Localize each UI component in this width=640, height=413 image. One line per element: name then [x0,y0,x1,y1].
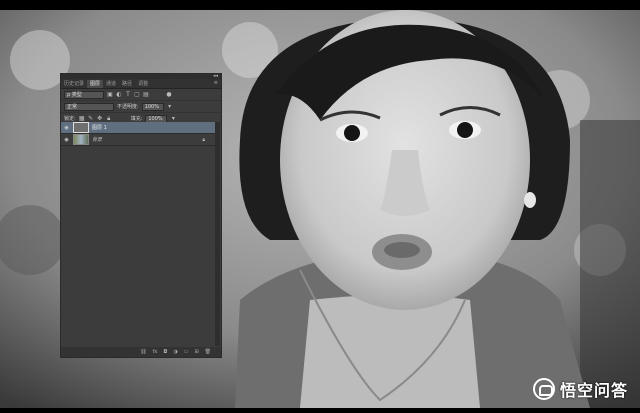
panel-tabs: 历史记录 图层 通道 路径 调整 ≡ [61,79,221,89]
lock-position-icon[interactable]: ✥ [97,115,103,122]
chevron-down-icon[interactable]: ▾ [170,115,176,122]
filter-row: ρ 类型 ▣ ◐ T ▢ ▤ ● [61,89,221,101]
adjustment-layer-icon[interactable]: ◑ [173,349,177,355]
tab-history[interactable]: 历史记录 [61,80,87,88]
visibility-eye-icon[interactable]: ◉ [63,125,70,131]
tab-adjustments[interactable]: 调整 [135,80,151,88]
tab-layers[interactable]: 图层 [87,80,104,88]
panel-menu-icon[interactable]: ≡ [214,80,218,86]
lock-all-icon[interactable]: 🔒︎ [106,115,112,122]
fx-icon[interactable]: fx [153,349,158,355]
pixel-filter-icon[interactable]: ▣ [107,91,113,98]
watermark-text: 悟空问答 [559,381,628,400]
lock-image-icon[interactable]: ✎ [88,115,94,122]
fill-label: 填充: [130,116,143,122]
delete-layer-icon[interactable]: 🗑︎ [205,349,211,355]
smart-object-filter-icon[interactable]: ▤ [143,91,149,98]
layers-list: ◉ 图层 1 ◉ 背景 🔒︎ [61,122,215,146]
add-mask-icon[interactable]: ◘ [163,349,167,355]
link-layers-icon[interactable]: ⛓ [140,349,146,355]
visibility-eye-icon[interactable]: ◉ [63,137,70,143]
layer-name[interactable]: 图层 1 [92,124,107,131]
watermark: 悟空问答 [532,377,628,401]
lock-transparent-icon[interactable]: ▦ [79,115,85,122]
layers-panel: ◂◂ 历史记录 图层 通道 路径 调整 ≡ ρ 类型 ▣ ◐ T ▢ ▤ ● 正… [60,73,222,358]
blend-row: 正常 不透明度: 100% ▾ [61,101,221,113]
new-group-icon[interactable]: ▭ [184,349,189,355]
wukong-logo-icon [532,378,555,400]
opacity-label: 不透明度: [117,104,139,110]
layer-row[interactable]: ◉ 背景 🔒︎ [61,134,215,146]
layer-thumbnail [73,122,89,133]
layer-thumbnail [73,134,89,145]
filter-toggle-icon[interactable]: ● [166,91,172,98]
layer-row[interactable]: ◉ 图层 1 [61,122,215,134]
layer-name[interactable]: 背景 [92,136,102,143]
shape-filter-icon[interactable]: ▢ [134,91,140,98]
chevron-down-icon[interactable]: ▾ [167,103,173,110]
type-filter-icon[interactable]: T [125,91,131,98]
opacity-field[interactable]: 100% [141,102,164,111]
layer-kind-filter[interactable]: ρ 类型 [64,90,104,99]
tab-channels[interactable]: 通道 [103,80,119,88]
tab-paths[interactable]: 路径 [119,80,135,88]
panel-footer: ⛓ fx ◘ ◑ ▭ ⊞ 🗑︎ [61,347,221,357]
lock-label: 锁定: [64,116,76,122]
adjustment-filter-icon[interactable]: ◐ [116,91,122,98]
new-layer-icon[interactable]: ⊞ [194,349,198,355]
blend-mode-select[interactable]: 正常 [64,102,114,111]
layers-scrollbar[interactable] [215,122,220,346]
lock-icon: 🔒︎ [202,136,205,143]
